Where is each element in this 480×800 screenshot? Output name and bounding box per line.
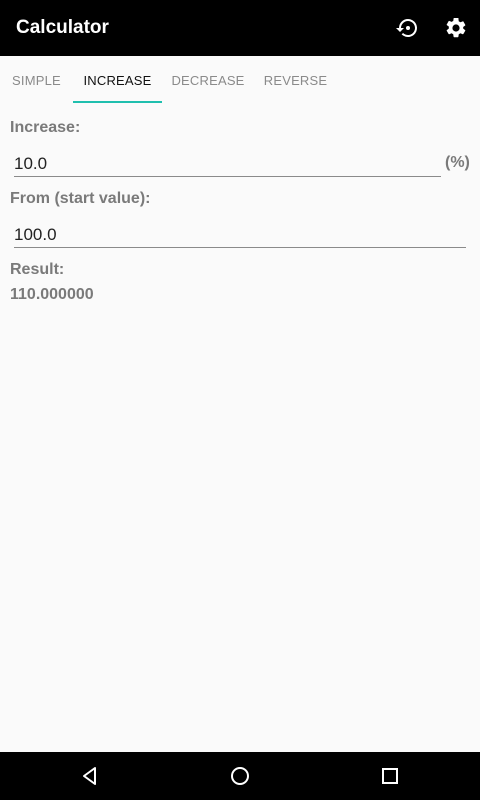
recents-icon (382, 768, 398, 784)
tab-decrease[interactable]: DECREASE (162, 56, 254, 104)
back-button[interactable] (60, 752, 120, 800)
result-label: Result: (10, 261, 65, 278)
tab-simple[interactable]: SIMPLE (0, 56, 73, 104)
home-icon (231, 767, 249, 785)
back-icon (83, 767, 96, 785)
recents-button[interactable] (360, 752, 420, 800)
increase-field-wrapper (14, 152, 441, 177)
settings-button[interactable] (440, 12, 472, 44)
result-value: 110.000000 (10, 286, 94, 303)
history-icon (396, 19, 417, 37)
tab-increase[interactable]: INCREASE (73, 56, 162, 104)
system-navigation-bar (0, 752, 480, 800)
app-title: Calculator (16, 17, 109, 38)
tab-reverse[interactable]: REVERSE (254, 56, 337, 104)
settings-icon (446, 17, 466, 38)
from-field-wrapper (14, 223, 466, 248)
app-bar: Calculator (0, 0, 480, 56)
increase-input[interactable] (14, 152, 441, 176)
from-label: From (start value): (10, 190, 151, 207)
from-input[interactable] (14, 223, 466, 247)
history-button[interactable] (391, 12, 423, 44)
active-tab-indicator (73, 101, 162, 103)
percent-unit: (%) (445, 154, 470, 171)
increase-label: Increase: (10, 119, 81, 136)
tab-bar: SIMPLE INCREASE DECREASE REVERSE (0, 56, 480, 104)
home-button[interactable] (210, 752, 270, 800)
